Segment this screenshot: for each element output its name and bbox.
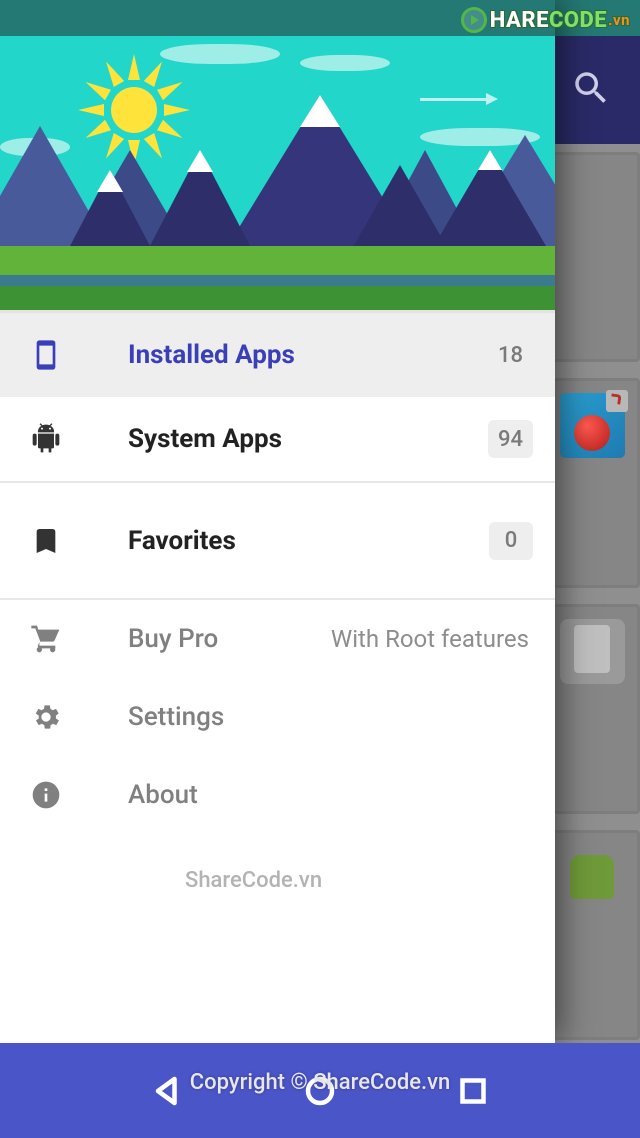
logo-suffix: .vn [608, 11, 630, 29]
drawer-item-system-apps[interactable]: System Apps 94 [0, 397, 555, 481]
watermark-mid: ShareCode.vn [185, 868, 322, 893]
card [550, 830, 640, 1040]
drawer-item-about[interactable]: About [0, 756, 555, 834]
drawer-list: Installed Apps 18 System Apps 94 Favorit… [0, 313, 555, 834]
drawer-item-label: Settings [128, 702, 533, 732]
gear-icon [30, 701, 62, 733]
android-icon [30, 423, 62, 455]
home-icon[interactable] [302, 1073, 338, 1109]
drawer-item-buy-pro[interactable]: Buy Pro With Root features [0, 600, 555, 678]
cart-icon [30, 623, 62, 655]
app-thumbnail [560, 393, 625, 458]
sharecode-logo: HARECODE.vn [461, 7, 630, 33]
search-icon[interactable] [570, 67, 612, 113]
drawer-item-label: Buy Pro [128, 624, 331, 654]
drawer-item-subtitle: With Root features [331, 625, 533, 653]
logo-play-icon [461, 7, 487, 33]
logo-text-b: CODE [549, 8, 607, 33]
drawer-item-favorites[interactable]: Favorites 0 [0, 483, 555, 598]
bookmark-icon [30, 525, 62, 557]
card [550, 152, 640, 362]
drawer-item-label: Installed Apps [128, 340, 488, 370]
screen: Installed Apps 18 System Apps 94 Favorit… [0, 0, 640, 1138]
drawer-item-label: Favorites [128, 526, 489, 556]
drawer-header-image [0, 0, 555, 313]
system-nav-bar [0, 1043, 640, 1138]
back-icon[interactable] [149, 1073, 185, 1109]
drawer-item-label: About [128, 780, 533, 810]
drawer-item-installed-apps[interactable]: Installed Apps 18 [0, 313, 555, 397]
app-thumbnail [560, 845, 625, 910]
plane-icon [420, 98, 490, 101]
thumb-badge [606, 390, 628, 412]
info-icon [30, 779, 62, 811]
count-badge: 0 [489, 522, 533, 560]
phone-icon [30, 339, 62, 371]
card [550, 604, 640, 814]
logo-text-a: HARE [490, 8, 549, 33]
recents-icon[interactable] [455, 1073, 491, 1109]
count-badge: 18 [488, 336, 533, 374]
app-thumbnail [560, 619, 625, 684]
card [550, 378, 640, 588]
drawer-item-settings[interactable]: Settings [0, 678, 555, 756]
count-badge: 94 [488, 420, 533, 458]
drawer-item-label: System Apps [128, 424, 488, 454]
